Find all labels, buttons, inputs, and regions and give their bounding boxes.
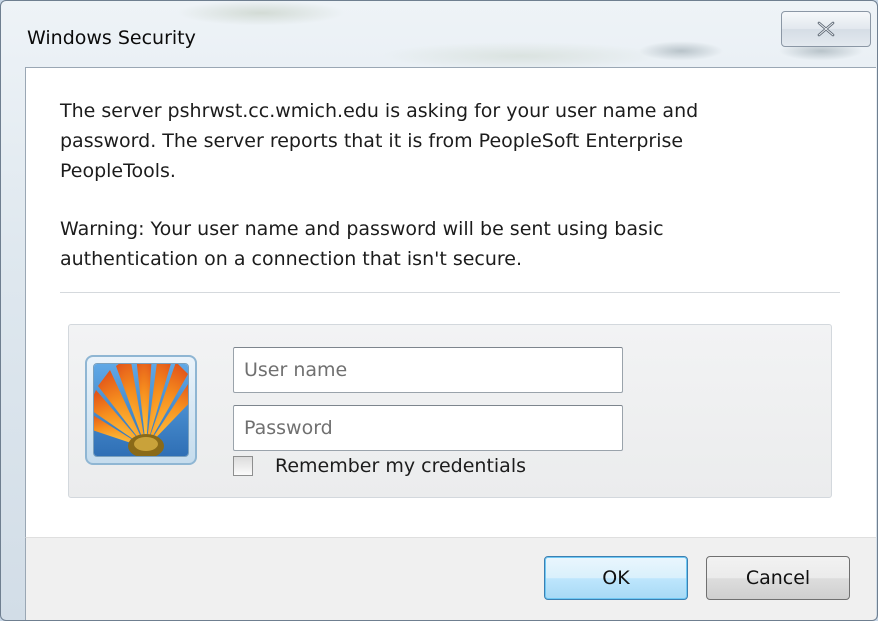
remember-checkbox[interactable] [233,456,253,476]
remember-credentials-option[interactable]: Remember my credentials [233,455,526,477]
user-avatar [85,355,197,465]
server-message: The server pshrwst.cc.wmich.edu is askin… [60,100,699,182]
title-bar[interactable]: Windows Security [1,1,877,67]
windows-security-dialog: Windows Security The server pshrwst.cc.w… [0,0,878,621]
flower-avatar-icon [93,363,189,457]
dialog-content: The server pshrwst.cc.wmich.edu is askin… [25,67,876,538]
remember-label: Remember my credentials [275,455,527,477]
cancel-button[interactable]: Cancel [706,556,850,600]
security-warning: Warning: Your user name and password wil… [60,218,664,270]
username-input[interactable] [233,347,623,393]
dialog-footer: OK Cancel [25,537,876,620]
close-icon [816,21,836,37]
password-input[interactable] [233,405,623,451]
separator [60,292,840,293]
window-title: Windows Security [27,27,196,49]
credential-panel: Remember my credentials [68,324,832,498]
close-button[interactable] [781,11,871,47]
ok-button[interactable]: OK [544,556,688,600]
